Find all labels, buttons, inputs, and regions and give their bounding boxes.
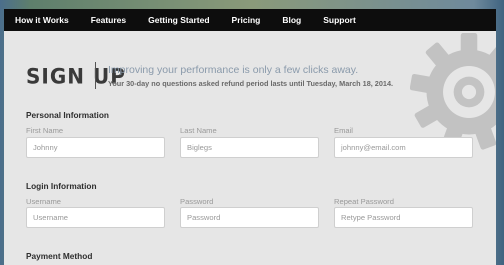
nav-features[interactable]: Features [80, 15, 137, 25]
nav-getting-started[interactable]: Getting Started [137, 15, 220, 25]
login-info-heading: Login Information [26, 181, 97, 191]
first-name-input[interactable]: Johnny [26, 137, 165, 158]
repeat-password-placeholder: Retype Password [341, 213, 401, 222]
password-placeholder: Password [187, 213, 221, 222]
password-label: Password [180, 197, 214, 206]
gear-icon [410, 33, 496, 150]
tagline: Improving your performance is only a few… [108, 64, 359, 76]
nav-support[interactable]: Support [312, 15, 367, 25]
email-placeholder: johnny@email.com [341, 143, 406, 152]
nav-blog[interactable]: Blog [271, 15, 312, 25]
username-label: Username [26, 197, 62, 206]
nav-pricing[interactable]: Pricing [221, 15, 272, 25]
username-placeholder: Username [33, 213, 69, 222]
email-input[interactable]: johnny@email.com [334, 137, 473, 158]
repeat-password-input[interactable]: Retype Password [334, 207, 473, 228]
refund-notice: Your 30-day no questions asked refund pe… [108, 79, 394, 88]
repeat-password-label: Repeat Password [334, 197, 394, 206]
last-name-label: Last Name [180, 126, 217, 135]
first-name-label: First Name [26, 126, 64, 135]
password-input[interactable]: Password [180, 207, 319, 228]
nav-how-it-works[interactable]: How it Works [4, 15, 80, 25]
last-name-placeholder: Biglegs [187, 143, 212, 152]
title-divider [95, 62, 96, 89]
username-input[interactable]: Username [26, 207, 165, 228]
top-navigation: How it Works Features Getting Started Pr… [4, 9, 496, 31]
first-name-placeholder: Johnny [33, 143, 58, 152]
last-name-input[interactable]: Biglegs [180, 137, 319, 158]
personal-info-heading: Personal Information [26, 110, 109, 120]
email-label: Email [334, 126, 353, 135]
payment-method-heading: Payment Method [26, 251, 93, 261]
signup-panel: SIGN UP Improving your performance is on… [4, 31, 496, 265]
